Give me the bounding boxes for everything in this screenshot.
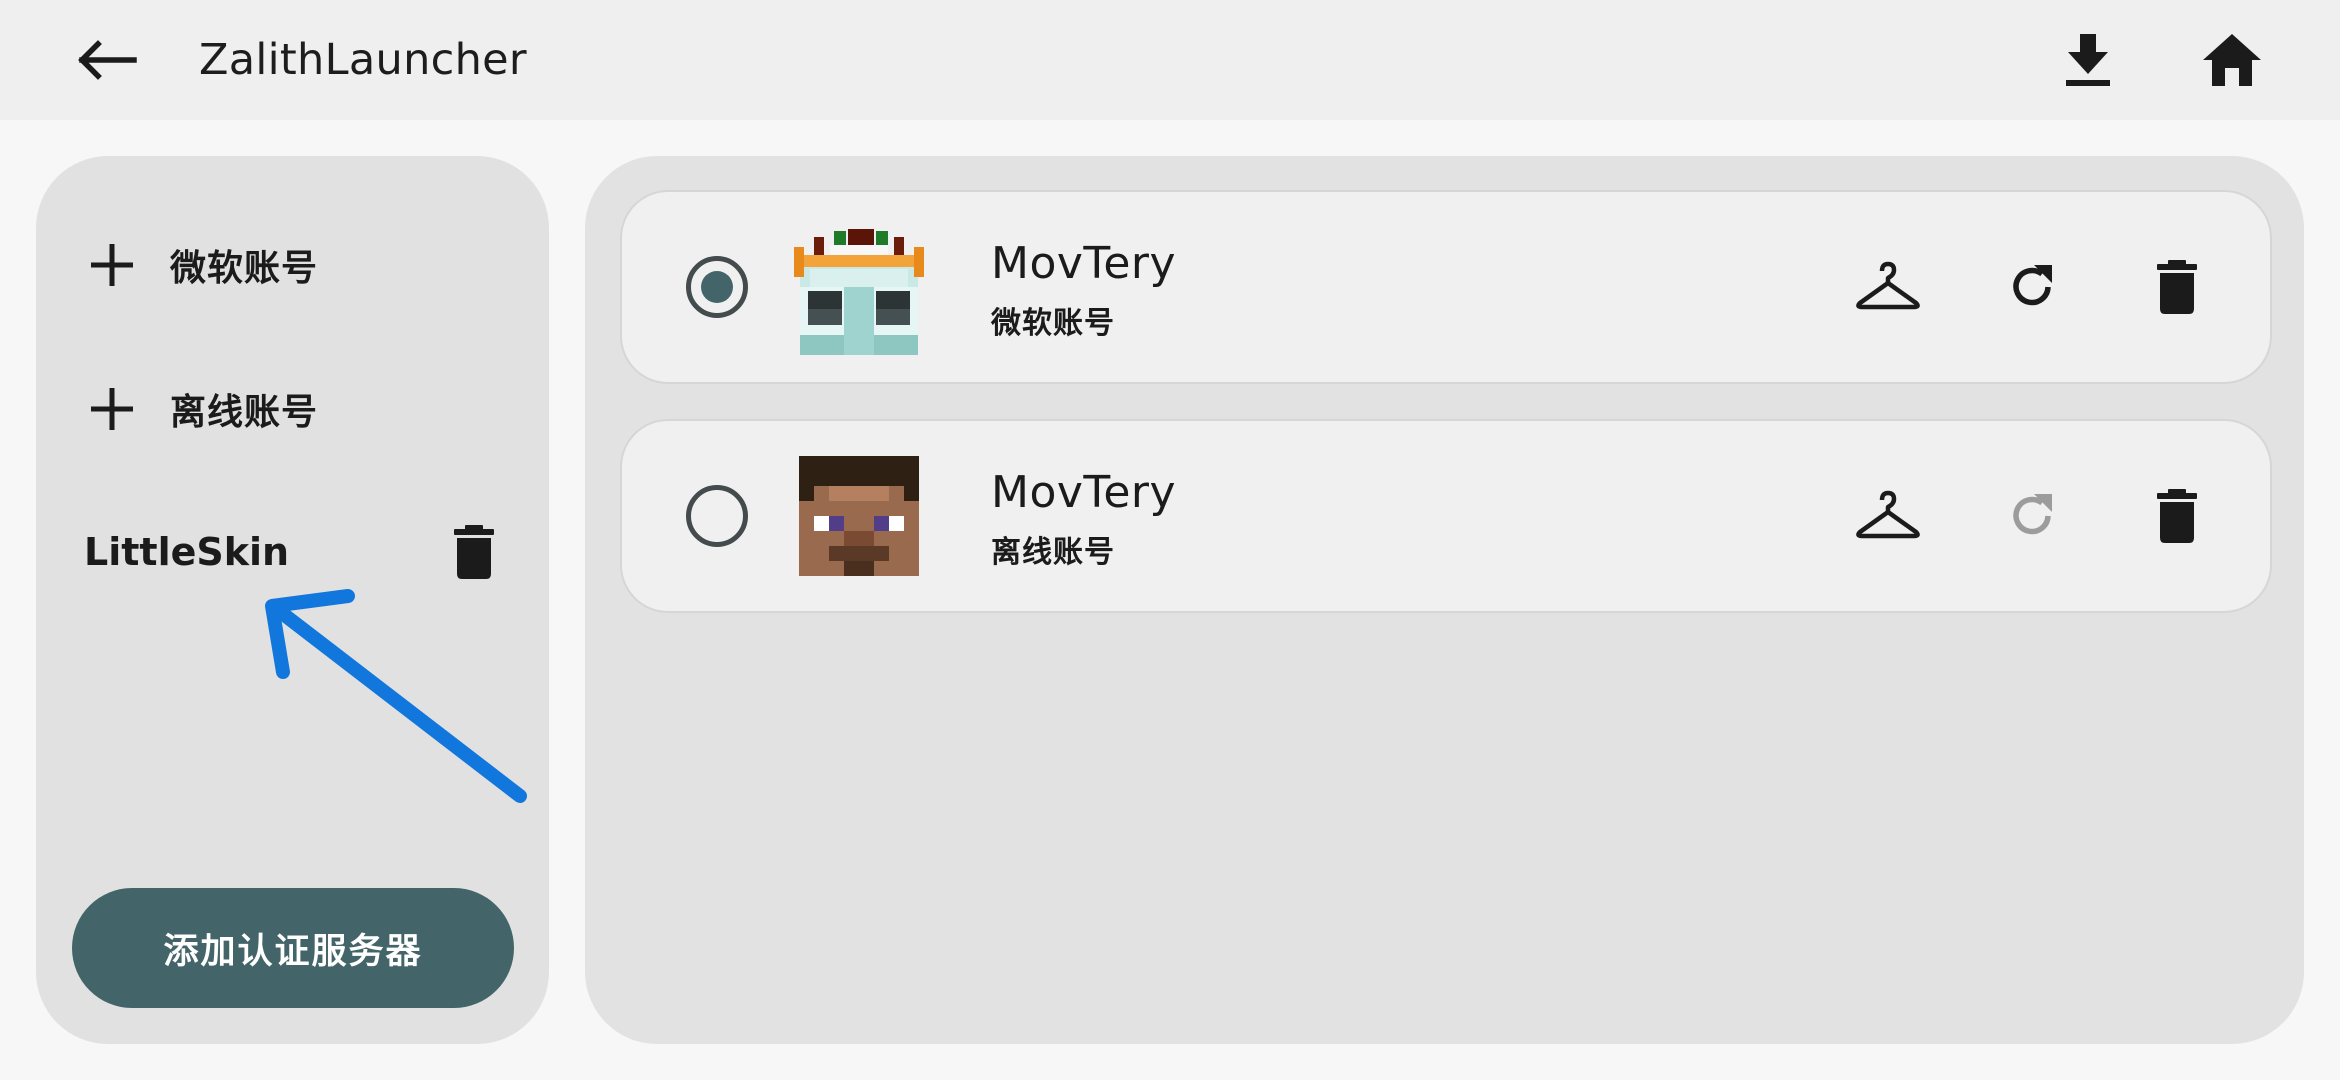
refresh-account-button[interactable] (1992, 247, 2072, 327)
account-name: MovTery (991, 238, 1177, 289)
change-skin-button[interactable] (1848, 247, 1928, 327)
account-card[interactable]: MovTery 微软账号 (620, 190, 2272, 384)
accounts-panel: MovTery 微软账号 MovTery 离线账号 (585, 156, 2304, 1044)
hanger-icon (1856, 490, 1920, 539)
home-icon (2203, 34, 2261, 86)
delete-account-button[interactable] (2137, 247, 2217, 327)
home-button[interactable] (2192, 24, 2272, 96)
radio-selected-dot (701, 271, 733, 303)
refresh-icon (2013, 494, 2052, 535)
trash-icon (2157, 489, 2197, 543)
skin-avatar (794, 229, 924, 355)
delete-server-button[interactable] (434, 512, 514, 592)
download-button[interactable] (2048, 24, 2128, 96)
arrow-left-icon (78, 40, 137, 80)
change-skin-button[interactable] (1848, 476, 1928, 556)
refresh-account-button-disabled (1992, 476, 2072, 556)
add-microsoft-account-button[interactable]: 微软账号 (72, 210, 512, 320)
trash-icon (454, 525, 494, 579)
back-button[interactable] (68, 24, 148, 96)
auth-server-name[interactable]: LittleSkin (84, 530, 289, 574)
auth-server-item[interactable]: LittleSkin (84, 496, 514, 608)
skin-avatar (799, 456, 919, 576)
add-offline-account-button[interactable]: 离线账号 (72, 354, 512, 464)
account-card[interactable]: MovTery 离线账号 (620, 419, 2272, 613)
add-auth-server-button[interactable]: 添加认证服务器 (72, 888, 514, 1008)
account-select-radio[interactable] (686, 256, 748, 318)
plus-icon (72, 369, 152, 449)
account-sources-panel: 微软账号 离线账号 LittleSkin 添加认证服务器 (36, 156, 549, 1044)
plus-icon (72, 225, 152, 305)
add-microsoft-account-label: 微软账号 (170, 248, 319, 289)
account-name: MovTery (991, 467, 1177, 518)
download-icon (2066, 34, 2110, 86)
add-offline-account-label: 离线账号 (170, 392, 319, 433)
delete-account-button[interactable] (2137, 476, 2217, 556)
app-title: ZalithLauncher (199, 35, 527, 85)
account-type: 微软账号 (991, 306, 1115, 341)
refresh-icon (2013, 265, 2052, 306)
account-type: 离线账号 (991, 535, 1115, 570)
trash-icon (2157, 260, 2197, 314)
top-app-bar: ZalithLauncher (0, 0, 2340, 120)
account-select-radio[interactable] (686, 485, 748, 547)
hanger-icon (1856, 261, 1920, 310)
